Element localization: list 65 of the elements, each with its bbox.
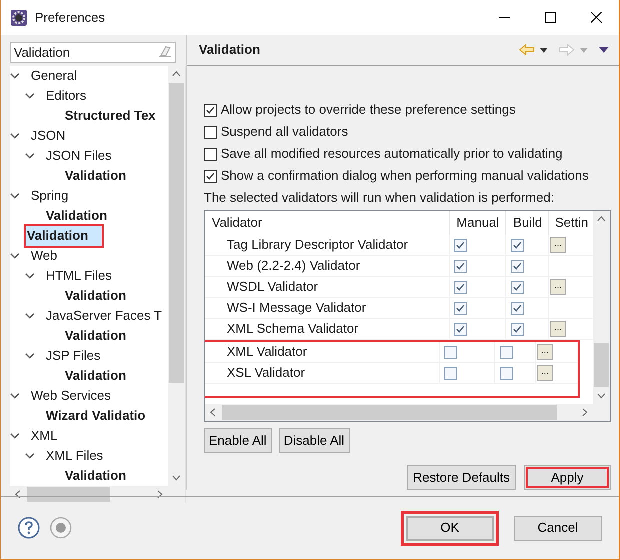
checkbox[interactable] xyxy=(511,238,524,252)
scroll-thumb[interactable] xyxy=(222,405,557,420)
validator-name: Web (2.2-2.4) Validator xyxy=(226,257,362,276)
scroll-thumb[interactable] xyxy=(169,83,184,383)
checkbox[interactable] xyxy=(454,280,467,294)
validator-name: WSDL Validator xyxy=(226,278,320,296)
help-icon[interactable] xyxy=(18,517,40,539)
horizontal-scrollbar[interactable] xyxy=(205,404,610,421)
checkbox[interactable] xyxy=(444,346,458,358)
dropdown-icon[interactable] xyxy=(540,48,548,52)
option-label: Show a confirmation dialog when performing manual validations xyxy=(221,167,589,186)
settings-button[interactable]: ... xyxy=(550,279,566,295)
column-header[interactable]: Manual xyxy=(448,211,506,235)
gear-icon xyxy=(11,10,27,26)
validator-name: WS-I Message Validator xyxy=(226,299,368,318)
chevron-down-icon[interactable] xyxy=(10,191,20,201)
maximize-icon[interactable] xyxy=(544,12,556,23)
record-icon[interactable] xyxy=(50,517,72,539)
checkbox[interactable] xyxy=(204,126,217,138)
checkbox[interactable] xyxy=(511,280,524,294)
checkbox[interactable] xyxy=(500,366,513,380)
checkbox[interactable] xyxy=(511,302,524,314)
table-action-button[interactable]: Disable All xyxy=(278,428,350,453)
option-label: Suspend all validators xyxy=(221,123,348,142)
scroll-thumb[interactable] xyxy=(27,487,110,502)
checkbox[interactable] xyxy=(444,366,458,380)
chevron-down-icon[interactable] xyxy=(25,351,35,361)
page-title: Validation xyxy=(199,41,260,60)
column-header[interactable]: Validator xyxy=(205,211,449,235)
checkbox[interactable] xyxy=(204,148,217,160)
checkbox[interactable] xyxy=(511,260,524,272)
settings-button[interactable]: ... xyxy=(537,344,554,360)
option-label: Save all modified resources automatically prior to validating xyxy=(221,145,563,164)
tree-item[interactable]: Validation xyxy=(24,224,104,248)
page-action-button[interactable]: Apply xyxy=(524,465,611,490)
close-icon[interactable] xyxy=(590,12,602,23)
chevron-down-icon[interactable] xyxy=(10,391,20,401)
dialog-button[interactable]: OK xyxy=(406,516,494,540)
option-label: Allow projects to override these preference settings xyxy=(221,101,516,120)
view-menu-icon[interactable] xyxy=(599,47,609,53)
page-action-button[interactable]: Restore Defaults xyxy=(407,465,516,490)
scroll-thumb[interactable] xyxy=(594,343,609,387)
dialog-button[interactable]: Cancel xyxy=(514,516,602,540)
settings-button[interactable]: ... xyxy=(537,365,554,381)
window-title: Preferences xyxy=(35,8,106,27)
table-action-button[interactable]: Enable All xyxy=(204,428,272,453)
validator-name: Tag Library Descriptor Validator xyxy=(226,236,410,254)
validator-name: XML Validator xyxy=(226,343,308,362)
vertical-scrollbar[interactable] xyxy=(593,211,610,404)
checkbox[interactable] xyxy=(511,322,524,336)
checkbox[interactable] xyxy=(454,260,467,272)
checkbox[interactable] xyxy=(500,346,513,358)
checkbox[interactable] xyxy=(454,302,467,314)
table-caption: The selected validators will run when validation is performed: xyxy=(204,189,556,208)
checkbox[interactable] xyxy=(454,322,467,336)
filter-field[interactable]: Validation xyxy=(10,42,176,63)
validator-name: XML Schema Validator xyxy=(226,320,360,338)
settings-button[interactable]: ... xyxy=(550,321,566,337)
chevron-down-icon[interactable] xyxy=(25,311,35,321)
checkbox[interactable] xyxy=(204,170,217,182)
validator-name: XSL Validator xyxy=(226,364,306,382)
checkbox[interactable] xyxy=(204,104,217,116)
checkbox[interactable] xyxy=(454,238,467,252)
column-header[interactable]: Build xyxy=(505,211,548,235)
settings-button[interactable]: ... xyxy=(550,237,566,253)
